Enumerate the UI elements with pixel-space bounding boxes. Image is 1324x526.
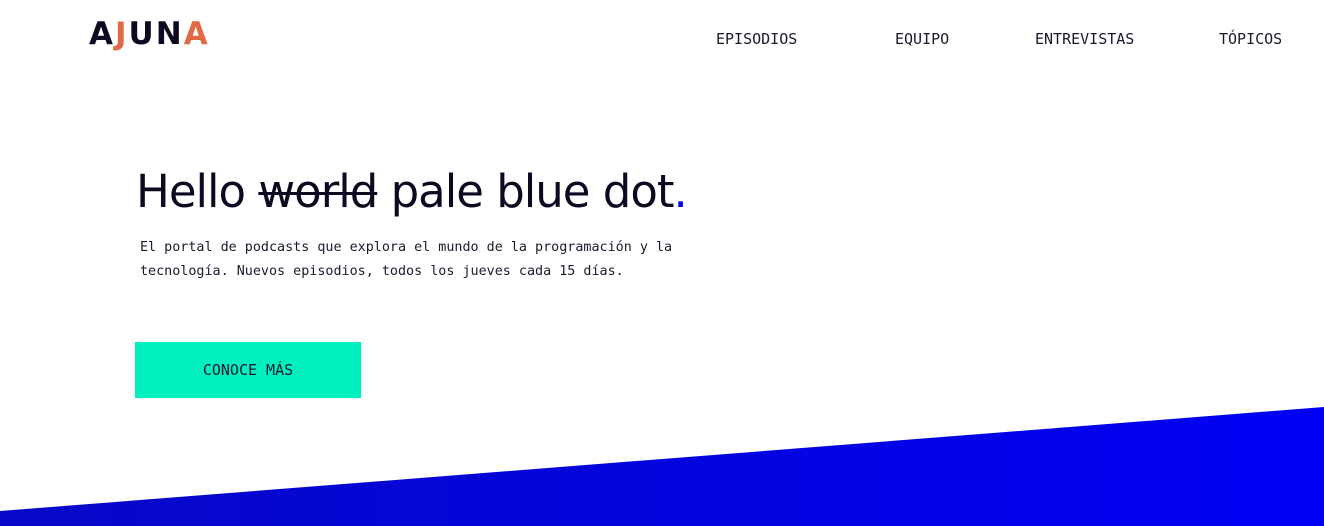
nav-item-entrevistas[interactable]: ENTREVISTAS — [1035, 27, 1134, 51]
hero-title-suffix: pale blue dot — [377, 165, 675, 218]
blue-band-shape — [0, 407, 1324, 526]
hero-title-prefix: Hello — [136, 165, 259, 218]
main-nav: EPISODIOS EQUIPO ENTREVISTAS TÓPICOS — [0, 27, 1324, 51]
hero-title-blue-dot: . — [673, 165, 688, 218]
nav-item-topicos[interactable]: TÓPICOS — [1219, 27, 1282, 51]
nav-item-episodios[interactable]: EPISODIOS — [716, 27, 797, 51]
nav-item-equipo[interactable]: EQUIPO — [895, 27, 949, 51]
hero-title-struck-word: world — [258, 165, 378, 218]
hero-description: El portal de podcasts que explora el mun… — [140, 240, 673, 279]
conoce-mas-button[interactable]: CONOCE MÁS — [135, 342, 361, 398]
hero-title: Hello world pale blue dot. — [136, 162, 688, 222]
